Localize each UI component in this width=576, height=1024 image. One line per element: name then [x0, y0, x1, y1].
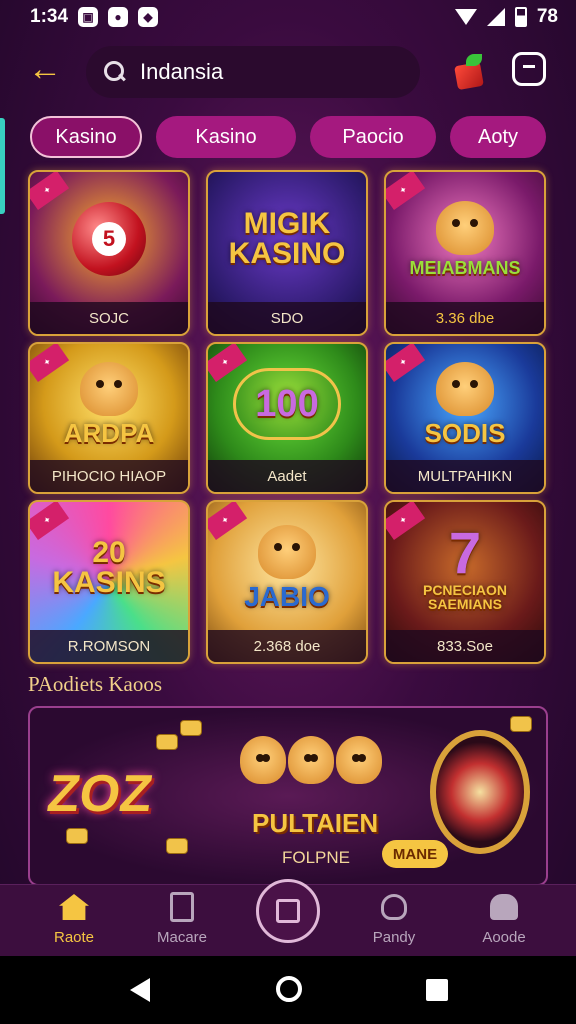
nav-pandy[interactable]: Pandy [354, 891, 434, 946]
game-caption: Aadet [208, 460, 366, 492]
app-header: ← Indansia [0, 40, 576, 106]
nav-home[interactable]: Raote [34, 891, 114, 946]
tab-paocio[interactable]: Paocio [310, 116, 436, 158]
banner-badge: MANE [382, 840, 448, 868]
banner-mascots [240, 736, 382, 784]
mascot-icon [258, 525, 316, 579]
tab-aoty[interactable]: Aoty [450, 116, 546, 158]
game-card[interactable]: ✦ ARDPA PIHOCIO HIAOP [28, 342, 190, 494]
tab-kasino-active[interactable]: Kasino [30, 116, 142, 158]
mascot-icon [436, 201, 494, 255]
game-card[interactable]: ✦ 5 SOJC [28, 170, 190, 336]
game-caption: PIHOCIO HIAOP [30, 460, 188, 492]
gift-icon [454, 61, 484, 91]
game-notification-icon: ◆ [138, 7, 159, 27]
chat-button[interactable] [512, 52, 546, 86]
game-card[interactable]: ✦ SODIS MULTPAHIKN [384, 342, 546, 494]
heart-icon [378, 891, 410, 923]
game-card[interactable]: ✦ JABIO 2.368 doe [206, 500, 368, 664]
game-caption: R.ROMSON [30, 630, 188, 662]
game-art-title: JABIO [244, 581, 330, 612]
coin-icon [66, 828, 88, 844]
status-time: 1:34 [30, 6, 69, 27]
lucky-ball-icon: 5 [72, 202, 146, 276]
search-icon [104, 61, 126, 83]
nav-label: Pandy [372, 929, 416, 946]
back-button[interactable]: ← [28, 52, 64, 88]
game-art-title: MIGIK KASINO [228, 207, 346, 270]
search-input[interactable]: Indansia [140, 59, 223, 85]
wifi-icon [454, 9, 477, 25]
photo-notification-icon: ▣ [78, 7, 99, 27]
game-caption: SOJC [30, 302, 188, 334]
center-action-button[interactable] [256, 879, 320, 943]
mascot-icon [80, 362, 138, 416]
people-icon [488, 891, 520, 923]
game-art-title: ARDPA [63, 418, 155, 448]
bottom-nav: Raote Macare Pandy Aoode [0, 879, 576, 956]
coin-icon [166, 838, 188, 854]
coin-icon [156, 734, 178, 750]
mascot-icon [436, 362, 494, 416]
banner-subtitle: FOLPNE [282, 848, 351, 867]
system-home-icon[interactable] [276, 976, 302, 1002]
coin-badge-icon: 100 [233, 368, 341, 440]
tab-kasino[interactable]: Kasino [156, 116, 296, 158]
game-card[interactable]: MIGIK KASINO SDO [206, 170, 368, 336]
center-action-icon [276, 899, 300, 923]
coin-icon [180, 720, 202, 736]
game-art-title: 100 [255, 383, 319, 425]
home-icon [58, 891, 90, 923]
game-art-title: 20 KASINS [52, 536, 166, 599]
app-notification-icon: ● [108, 7, 129, 27]
nav-label: Aoode [482, 929, 526, 946]
game-card[interactable]: ✦ 20 KASINS R.ROMSON [28, 500, 190, 664]
game-card[interactable]: ✦ MEIABMANS 3.36 dbe [384, 170, 546, 336]
nav-aoode[interactable]: Aoode [464, 891, 544, 946]
banner-title: PULTAIEN [252, 808, 379, 838]
battery-icon [514, 7, 527, 27]
game-caption: MULTPAHIKN [386, 460, 544, 492]
search-bar[interactable]: Indansia [86, 46, 420, 98]
status-bar: 1:34 ▣ ● ◆ 78 [0, 0, 576, 34]
gift-button[interactable] [452, 54, 488, 91]
mascot-icon [240, 736, 286, 784]
game-caption: 2.368 doe [208, 630, 366, 662]
section-title: PAodiets Kaoos [28, 672, 162, 696]
game-art-title: SODIS [424, 418, 506, 448]
game-art-subtitle: PCNECIAON SAEMIANS [422, 582, 507, 612]
system-recents-icon[interactable] [426, 979, 448, 1001]
category-tabs: Kasino Kasino Paocio Aoty [0, 116, 576, 158]
game-art-title: MEIABMANS [409, 258, 521, 278]
game-art-title: 7 [448, 521, 482, 586]
promo-banner[interactable]: ZOZ PULTAIEN FOLPNE MANE [28, 706, 548, 886]
signal-icon [486, 8, 505, 26]
mascot-icon [288, 736, 334, 784]
battery-level: 78 [536, 6, 558, 27]
system-nav-bar [0, 956, 576, 1024]
nav-macare[interactable]: Macare [142, 891, 222, 946]
banner-logo-text: ZOZ [43, 765, 157, 823]
clipboard-icon [166, 891, 198, 923]
game-card[interactable]: ✦ 100 Aadet [206, 342, 368, 494]
system-back-icon[interactable] [130, 978, 150, 1002]
game-card[interactable]: ✦ 7 PCNECIAON SAEMIANS 833.Soe [384, 500, 546, 664]
game-caption: SDO [208, 302, 366, 334]
mascot-icon [336, 736, 382, 784]
nav-label: Raote [53, 929, 95, 946]
game-grid: ✦ 5 SOJC MIGIK KASINO SDO ✦ MEIABMANS 3.… [28, 170, 550, 666]
slot-machine-icon [430, 730, 530, 854]
nav-label: Macare [156, 929, 208, 946]
game-caption: 833.Soe [386, 630, 544, 662]
coin-icon [510, 716, 532, 732]
game-caption: 3.36 dbe [386, 302, 544, 334]
